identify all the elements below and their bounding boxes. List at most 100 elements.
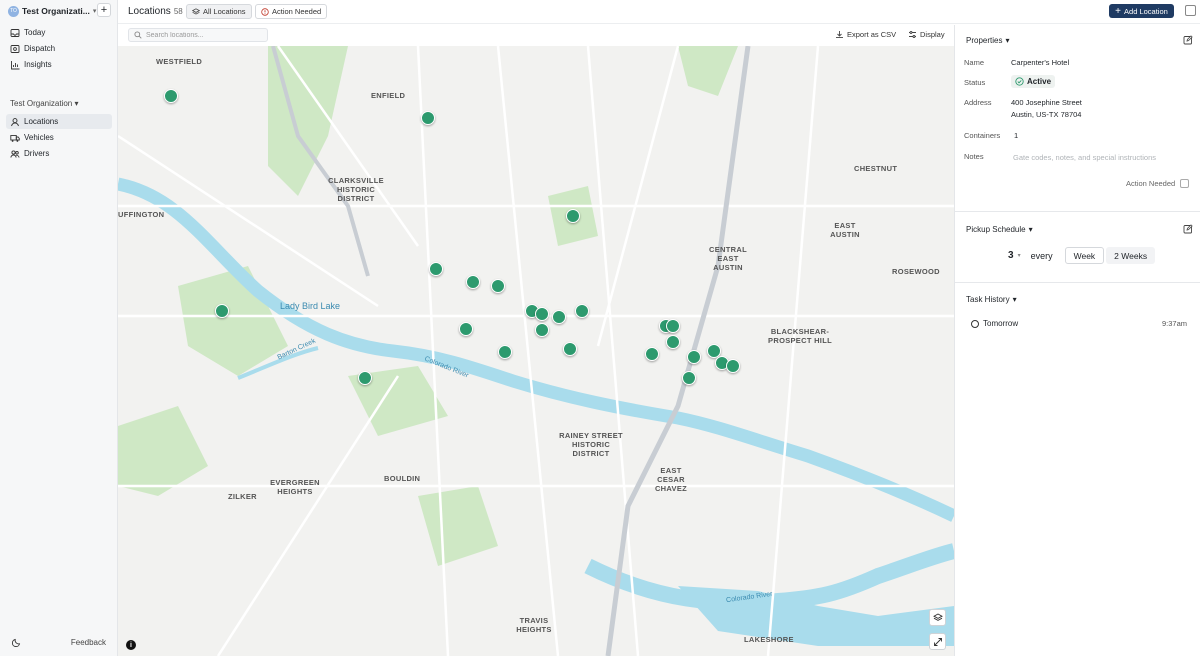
search-input[interactable] [146,31,266,39]
address-line2[interactable]: Austin, US-TX 78704 [1011,110,1081,119]
nav-dispatch[interactable]: Dispatch [6,41,112,56]
org-section-label[interactable]: Test Organization ▾ [10,99,79,108]
location-icon [11,117,19,126]
location-pin[interactable] [421,111,435,125]
filter-action-needed[interactable]: Action Needed [255,4,328,19]
page-title: Locations 58 [128,6,183,17]
location-pin[interactable] [726,359,740,373]
map-label-chestnut: CHESTNUT [854,164,898,173]
action-needed-toggle[interactable]: Action Needed [1126,179,1190,188]
nav-today-label: Today [24,28,46,37]
caret-down-icon: ▾ [1012,295,1017,304]
feedback-link[interactable]: Feedback [71,638,106,647]
properties-heading[interactable]: Properties ▾ [966,36,1009,45]
location-pin[interactable] [466,275,480,289]
map-label-rosewood: ROSEWOOD [892,267,940,276]
sliders-icon [909,31,916,38]
layers-icon [192,7,200,15]
schedule-heading[interactable]: Pickup Schedule ▾ [966,225,1033,234]
filter-all-locations[interactable]: All Locations [186,4,252,19]
location-pin[interactable] [535,323,549,337]
status-label: Status [964,78,986,87]
filter-action-label: Action Needed [272,7,322,16]
notes-field[interactable]: Gate codes, notes, and special instructi… [1013,153,1156,162]
location-pin[interactable] [498,345,512,359]
org-avatar: TO [8,5,19,17]
caret-down-icon: ▾ [1005,36,1010,45]
nav-insights-label: Insights [24,60,52,69]
map-toolbar: Export as CSV Display [118,25,954,46]
map-layers-button[interactable] [929,609,946,626]
nav-drivers[interactable]: Drivers [6,146,112,161]
export-csv-button[interactable]: Export as CSV [835,30,896,39]
search-box[interactable] [128,28,268,42]
map-label-zilker: ZILKER [228,492,257,501]
map-label-east-austin: EAST AUSTIN [830,221,860,239]
users-icon [10,149,20,158]
address-label: Address [964,98,992,107]
location-pin[interactable] [535,307,549,321]
location-pin[interactable] [645,347,659,361]
inbox-icon [10,28,20,37]
location-pin[interactable] [687,350,701,364]
location-pin[interactable] [682,371,696,385]
location-pin[interactable] [563,342,577,356]
name-label: Name [964,58,985,67]
address-line1[interactable]: 400 Josephine Street [1011,98,1082,107]
map-view[interactable]: WESTFIELD ENFIELD CLARKSVILLE HISTORIC D… [118,46,954,656]
task-history-item[interactable]: Tomorrow 9:37am [971,319,1187,328]
location-pin[interactable] [459,322,473,336]
sidebar: TO Test Organizati... ▾ + Today Dispatch… [0,0,118,656]
map-label-rainey: RAINEY STREET HISTORIC DISTRICT [559,431,623,458]
history-heading[interactable]: Task History ▾ [966,295,1017,304]
add-location-button[interactable]: + Add Location [1109,4,1174,18]
nav-vehicles[interactable]: Vehicles [6,130,112,145]
location-pin[interactable] [575,304,589,318]
info-icon[interactable]: i [126,640,136,650]
status-badge[interactable]: Active [1011,75,1056,88]
divider [955,282,1200,283]
nav-locations[interactable]: Locations [6,114,112,129]
task-label: Tomorrow [983,319,1019,328]
frequency-2-weeks[interactable]: 2 Weeks [1106,247,1156,264]
org-section-name: Test Organization [10,99,73,108]
check-circle-icon [1015,77,1024,86]
fullscreen-button[interactable] [929,633,946,650]
frequency-week[interactable]: Week [1064,247,1105,264]
location-name[interactable]: Carpenter's Hotel [1011,58,1069,67]
search-icon [134,31,142,39]
nav-insights[interactable]: Insights [6,57,112,72]
location-pin[interactable] [566,209,580,223]
location-pin[interactable] [666,335,680,349]
location-pin[interactable] [215,304,229,318]
map-label-bouldin: BOULDIN [384,474,421,483]
chevron-down-icon: ▾ [92,8,97,15]
export-label: Export as CSV [847,30,897,39]
edit-icon[interactable] [1183,224,1193,234]
status-text: Active [1027,77,1052,86]
panel-toggle-icon[interactable] [1185,5,1196,16]
moon-icon[interactable] [12,637,22,647]
edit-icon[interactable] [1183,35,1193,45]
chevron-down-icon[interactable]: ▾ [1018,252,1021,259]
top-bar: Locations 58 All Locations Action Needed … [118,0,1200,24]
history-heading-text: Task History [966,295,1010,304]
map-label-lakeshore: LAKESHORE [744,635,794,644]
containers-value[interactable]: 1 [1014,131,1018,140]
nav-today[interactable]: Today [6,25,112,40]
map-label-enfield: ENFIELD [371,91,406,100]
location-pin[interactable] [666,319,680,333]
location-pin[interactable] [429,262,443,276]
location-pin[interactable] [358,371,372,385]
display-button[interactable]: Display [908,30,945,39]
notes-label: Notes [964,152,984,161]
display-label: Display [920,30,945,39]
pickup-count-select[interactable]: 3 [1008,250,1014,261]
location-pin[interactable] [491,279,505,293]
add-button[interactable]: + [97,3,111,17]
map-label-evergreen: EVERGREEN HEIGHTS [270,478,320,496]
location-pin[interactable] [552,310,566,324]
action-needed-checkbox[interactable] [1180,179,1190,188]
download-icon [836,31,843,38]
location-pin[interactable] [164,89,178,103]
